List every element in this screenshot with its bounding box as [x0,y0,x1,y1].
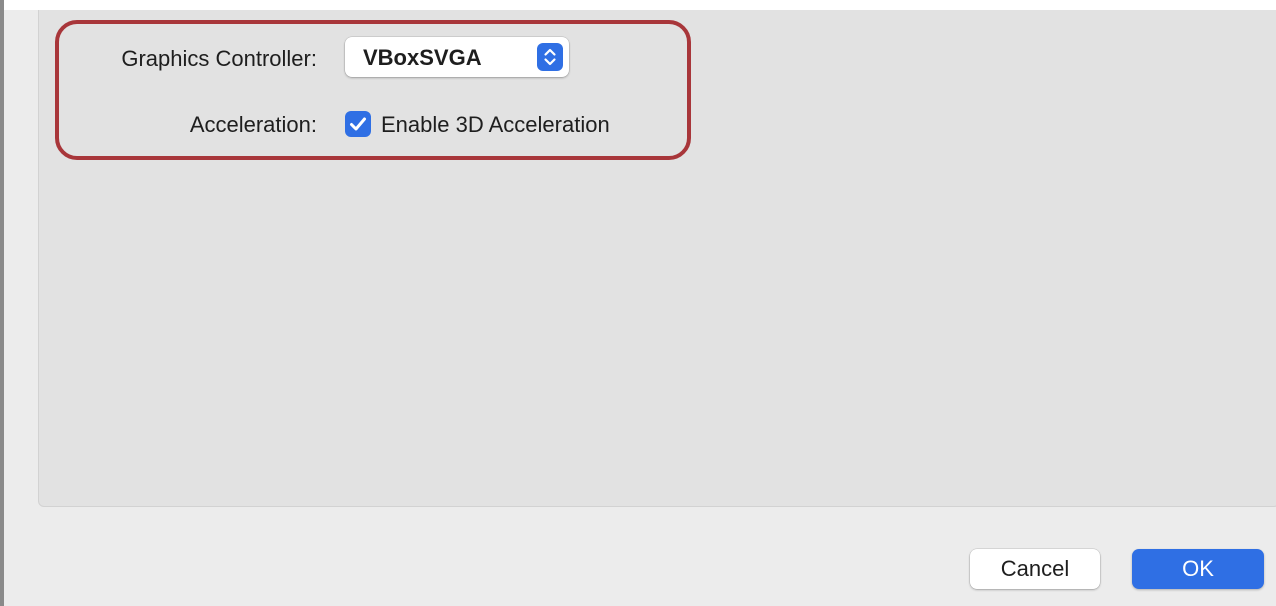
chevron-up-down-icon [537,43,563,71]
graphics-controller-select[interactable]: VBoxSVGA [345,37,569,77]
settings-dialog: Graphics Controller: VBoxSVGA Accelerati… [0,0,1276,606]
graphics-controller-label: Graphics Controller: [121,46,317,71]
cancel-button[interactable]: Cancel [970,549,1100,589]
acceleration-label: Acceleration: [189,112,317,137]
checkmark-icon [350,117,366,131]
enable-3d-acceleration-checkbox[interactable] [345,111,371,137]
enable-3d-acceleration-label[interactable]: Enable 3D Acceleration [381,112,610,138]
window-top-edge [4,0,1276,10]
ok-button[interactable]: OK [1132,549,1264,589]
graphics-controller-value: VBoxSVGA [363,45,482,70]
